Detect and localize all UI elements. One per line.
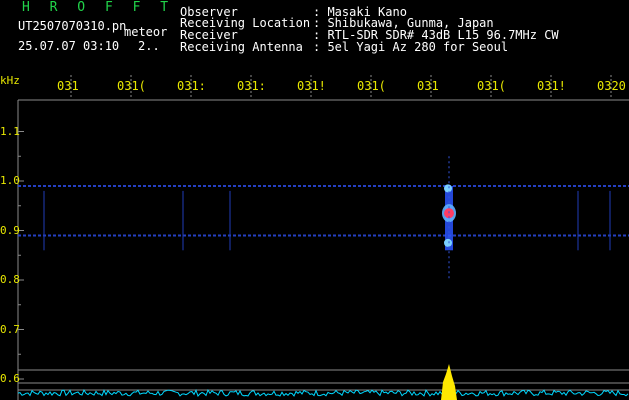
x-tick-label: 031!: [537, 79, 566, 93]
echo-blob: [444, 238, 452, 247]
x-tick-label: 031:: [237, 79, 266, 93]
x-tick-label: 031:: [177, 79, 206, 93]
x-tick-label: 0320: [597, 79, 626, 93]
x-tick-label: 031: [57, 79, 79, 93]
y-tick-label: 1.0: [0, 174, 20, 187]
carrier-lines: [18, 184, 629, 391]
x-tick-label: 031(: [357, 79, 386, 93]
x-tick-label: 031!: [297, 79, 326, 93]
y-tick-label: 0.7: [0, 322, 20, 336]
signal-peak: [441, 364, 457, 400]
y-tick-label: 0.8: [0, 273, 20, 286]
noise-floor-trace: [17, 388, 629, 397]
meteor-echo: [442, 156, 456, 280]
x-tick-label: 031(: [477, 79, 506, 93]
echo-blob: [444, 184, 452, 193]
y-axis-unit: kHz: [0, 74, 20, 87]
grid: [17, 75, 629, 400]
y-tick-label: 0.6: [0, 372, 20, 385]
y-tick-label: 1.1: [0, 124, 20, 138]
spectrum-trace: [17, 364, 629, 400]
x-tick-label: 031: [417, 79, 439, 93]
spectrogram: [17, 75, 629, 400]
x-tick-label: 031(: [117, 79, 146, 93]
y-tick-label: 0.9: [0, 223, 20, 237]
